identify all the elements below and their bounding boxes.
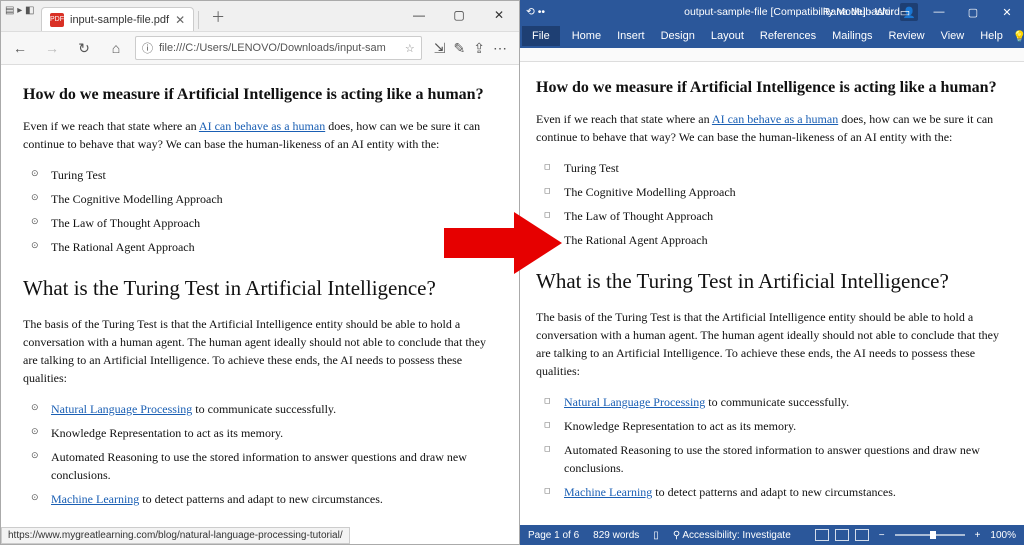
browser-toolbar: ← → ↻ ⌂ ⓘ file:///C:/Users/LENOVO/Downlo…	[1, 31, 519, 65]
word-window: ⟲ •• output-sample-file [Compatibility M…	[520, 0, 1024, 545]
tab-title: input-sample-file.pdf	[70, 14, 169, 26]
pdf-document: How do we measure if Artificial Intellig…	[1, 65, 519, 535]
nlp-link[interactable]: Natural Language Processing	[51, 402, 192, 416]
list-item: Turing Test	[564, 156, 1008, 180]
list-item: The Law of Thought Approach	[51, 211, 497, 235]
list-item: Turing Test	[51, 163, 497, 187]
list-item: Knowledge Representation to act as its m…	[564, 414, 1008, 438]
url-text: file:///C:/Users/LENOVO/Downloads/input-…	[159, 42, 386, 54]
list-item: The Rational Agent Approach	[51, 235, 497, 259]
taskbar-icons: ▤ ▸ ◧	[5, 5, 34, 16]
doc-list-1: Turing Test The Cognitive Modelling Appr…	[536, 156, 1008, 252]
doc-list-2: Natural Language Processing to communica…	[536, 390, 1008, 504]
ribbon-display-options-button[interactable]: ▭	[888, 0, 922, 24]
share-icon[interactable]: ⇪	[473, 40, 485, 57]
doc-list-2: Natural Language Processing to communica…	[23, 397, 497, 511]
zoom-level[interactable]: 100%	[990, 530, 1016, 541]
window-maximize-button[interactable]: ▢	[956, 0, 990, 24]
reading-list-icon[interactable]: ⇲	[434, 40, 446, 57]
tell-me-search[interactable]: 💡 Tell me	[1013, 24, 1024, 48]
doc-heading-1: How do we measure if Artificial Intellig…	[23, 83, 497, 107]
ribbon-tab-references[interactable]: References	[752, 26, 824, 46]
ai-behave-link[interactable]: AI can behave as a human	[199, 119, 325, 133]
list-item: The Rational Agent Approach	[564, 228, 1008, 252]
doc-paragraph-1: Even if we reach that state where an AI …	[23, 117, 497, 153]
ribbon-tab-file[interactable]: File	[522, 26, 560, 46]
list-item: Machine Learning to detect patterns and …	[51, 487, 497, 511]
list-item: Knowledge Representation to act as its m…	[51, 421, 497, 445]
pdf-viewport[interactable]: How do we measure if Artificial Intellig…	[1, 65, 519, 544]
window-close-button[interactable]: ✕	[990, 0, 1024, 24]
more-icon[interactable]: ⋯	[493, 40, 507, 57]
list-item: Automated Reasoning to use the stored in…	[564, 438, 1008, 480]
list-item: Natural Language Processing to communica…	[564, 390, 1008, 414]
tab-close-icon[interactable]: ✕	[175, 13, 185, 27]
status-page[interactable]: Page 1 of 6	[528, 530, 579, 541]
zoom-slider[interactable]	[895, 534, 965, 536]
ribbon-tab-design[interactable]: Design	[653, 26, 703, 46]
doc-paragraph-2: The basis of the Turing Test is that the…	[536, 308, 1008, 380]
ribbon-tab-insert[interactable]: Insert	[609, 26, 653, 46]
browser-tabstrip: ▤ ▸ ◧ PDF input-sample-file.pdf ✕ ＋ — ▢ …	[1, 1, 519, 31]
user-name: Rana Mubashir	[823, 6, 894, 18]
zoom-in-button[interactable]: +	[975, 530, 981, 541]
ribbon-tab-layout[interactable]: Layout	[703, 26, 752, 46]
browser-window: ▤ ▸ ◧ PDF input-sample-file.pdf ✕ ＋ — ▢ …	[0, 0, 520, 545]
ribbon-tab-help[interactable]: Help	[972, 26, 1011, 46]
ribbon-tab-mailings[interactable]: Mailings	[824, 26, 880, 46]
accessibility-icon: ⚲	[673, 530, 680, 541]
list-item: The Law of Thought Approach	[564, 204, 1008, 228]
word-ruler[interactable]	[520, 48, 1024, 62]
list-item: Machine Learning to detect patterns and …	[564, 480, 1008, 504]
window-minimize-button[interactable]: —	[399, 1, 439, 29]
browser-tab[interactable]: PDF input-sample-file.pdf ✕	[41, 7, 194, 31]
favorite-star-icon[interactable]: ☆	[405, 42, 415, 55]
word-document[interactable]: How do we measure if Artificial Intellig…	[520, 62, 1024, 545]
status-words[interactable]: 829 words	[593, 530, 639, 541]
ribbon-tab-home[interactable]: Home	[564, 26, 609, 46]
site-info-icon[interactable]: ⓘ	[142, 40, 153, 56]
ml-link[interactable]: Machine Learning	[564, 485, 652, 499]
view-mode-buttons[interactable]	[815, 529, 869, 541]
zoom-out-button[interactable]: −	[879, 530, 885, 541]
pdf-icon: PDF	[50, 13, 64, 27]
ribbon-tab-view[interactable]: View	[933, 26, 973, 46]
doc-heading-1: How do we measure if Artificial Intellig…	[536, 76, 1008, 100]
list-item: Automated Reasoning to use the stored in…	[51, 445, 497, 487]
list-item: The Cognitive Modelling Approach	[51, 187, 497, 211]
notes-icon[interactable]: ✎	[454, 40, 466, 57]
word-titlebar: ⟲ •• output-sample-file [Compatibility M…	[520, 0, 1024, 24]
nav-refresh-button[interactable]: ↻	[71, 35, 97, 61]
window-close-button[interactable]: ✕	[479, 1, 519, 29]
list-item: Natural Language Processing to communica…	[51, 397, 497, 421]
doc-paragraph-1: Even if we reach that state where an AI …	[536, 110, 1008, 146]
word-viewport[interactable]: How do we measure if Artificial Intellig…	[520, 62, 1024, 545]
list-item: The Cognitive Modelling Approach	[564, 180, 1008, 204]
lightbulb-icon: 💡	[1013, 30, 1024, 43]
nav-forward-button[interactable]: →	[39, 35, 65, 61]
window-maximize-button[interactable]: ▢	[439, 1, 479, 29]
url-bar[interactable]: ⓘ file:///C:/Users/LENOVO/Downloads/inpu…	[135, 36, 422, 60]
word-status-bar: Page 1 of 6 829 words ▯ ⚲ Accessibility:…	[520, 525, 1024, 545]
window-minimize-button[interactable]: —	[922, 0, 956, 24]
link-hover-status: https://www.mygreatlearning.com/blog/nat…	[1, 527, 350, 544]
doc-list-1: Turing Test The Cognitive Modelling Appr…	[23, 163, 497, 259]
nav-home-button[interactable]: ⌂	[103, 35, 129, 61]
word-ribbon: File Home Insert Design Layout Reference…	[520, 24, 1024, 48]
ai-behave-link[interactable]: AI can behave as a human	[712, 112, 838, 126]
status-lang-icon[interactable]: ▯	[653, 530, 659, 541]
doc-paragraph-2: The basis of the Turing Test is that the…	[23, 315, 497, 387]
nav-back-button[interactable]: ←	[7, 35, 33, 61]
status-accessibility[interactable]: ⚲ Accessibility: Investigate	[673, 530, 791, 541]
nlp-link[interactable]: Natural Language Processing	[564, 395, 705, 409]
ml-link[interactable]: Machine Learning	[51, 492, 139, 506]
ribbon-tab-review[interactable]: Review	[881, 26, 933, 46]
new-tab-button[interactable]: ＋	[203, 3, 233, 31]
doc-heading-2: What is the Turing Test in Artificial In…	[23, 273, 497, 305]
doc-heading-2: What is the Turing Test in Artificial In…	[536, 266, 1008, 298]
quick-access-toolbar[interactable]: ⟲ ••	[526, 6, 545, 18]
